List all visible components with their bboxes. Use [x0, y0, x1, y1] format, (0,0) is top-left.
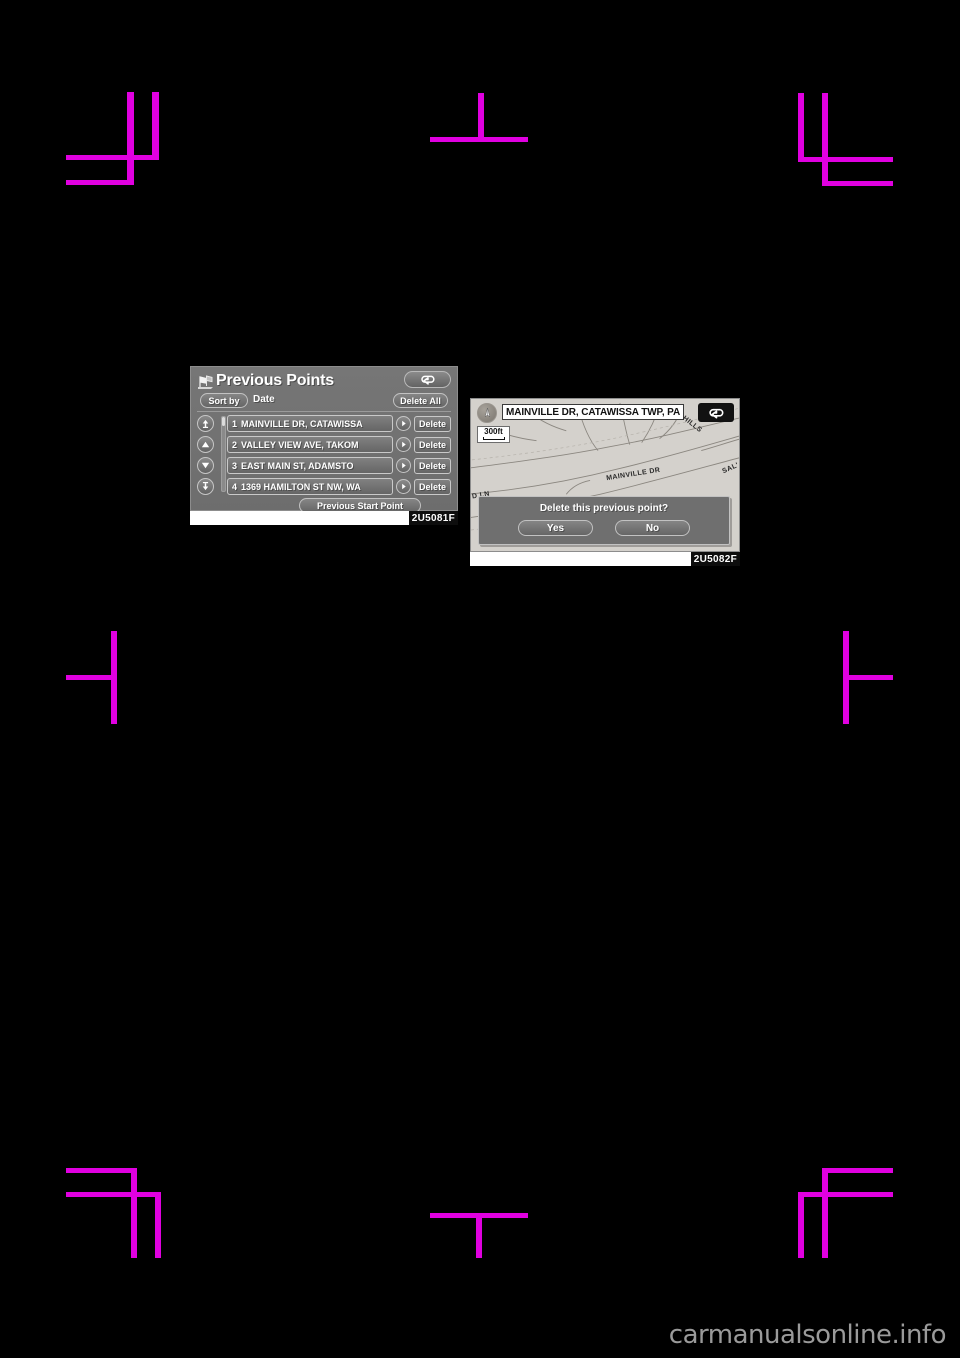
play-arrow-icon[interactable] — [396, 458, 411, 473]
no-button[interactable]: No — [615, 520, 690, 536]
back-button[interactable] — [404, 371, 451, 388]
figure-code: 2U5082F — [690, 552, 740, 566]
dialog-message: Delete this previous point? — [539, 503, 669, 514]
play-arrow-icon[interactable] — [396, 437, 411, 452]
delete-button[interactable]: Delete — [414, 415, 451, 432]
crop-mark-bottom-right-h2 — [798, 1192, 893, 1197]
list-scrollbar[interactable] — [219, 415, 227, 495]
back-arrow-icon — [708, 408, 723, 419]
map-scale-value: 300ft — [484, 427, 503, 436]
list-item-label: MAINVILLE DR, CATAWISSA — [241, 418, 363, 429]
screen-title-row: Previous Points — [197, 370, 451, 392]
scroll-to-top-icon[interactable] — [197, 415, 214, 432]
scrollbar-track[interactable] — [220, 416, 226, 492]
crop-mark-top-left-h1 — [66, 155, 159, 160]
crop-mark-mid-left-h — [66, 675, 117, 680]
nav-screen-previous-points: Previous Points Sort by Date Delete All — [190, 366, 458, 513]
crop-mark-bottom-center-v — [476, 1213, 482, 1258]
previous-points-icon — [197, 374, 214, 390]
compass-icon[interactable] — [477, 403, 497, 423]
crop-mark-bottom-left-h2 — [66, 1192, 161, 1197]
scroll-down-icon[interactable] — [197, 457, 214, 474]
crop-mark-bottom-right-h1 — [822, 1168, 893, 1173]
list-item-label: 1369 HAMILTON ST NW, WA — [241, 481, 361, 492]
scrollbar-thumb[interactable] — [221, 417, 225, 426]
sort-by-value: Date — [253, 394, 275, 405]
delete-button[interactable]: Delete — [414, 457, 451, 474]
crop-mark-top-right-v1 — [798, 93, 804, 161]
list-item-label: VALLEY VIEW AVE, TAKOM — [241, 439, 359, 450]
scroll-button-column — [197, 415, 219, 495]
play-arrow-icon[interactable] — [396, 416, 411, 431]
crop-mark-top-center-h — [430, 137, 528, 142]
crop-mark-top-left-h2 — [66, 180, 134, 185]
delete-confirm-dialog: Delete this previous point? Yes No — [478, 496, 730, 545]
crop-mark-top-right-h1 — [798, 157, 893, 162]
crop-mark-top-right-h2 — [822, 181, 893, 186]
figure-caption-bar: 2U5081F — [190, 511, 458, 525]
list-item-number: 3 — [232, 460, 238, 471]
list-item-button[interactable]: 3 EAST MAIN ST, ADAMSTO — [227, 457, 393, 474]
delete-button[interactable]: Delete — [414, 436, 451, 453]
page-title: Previous Points — [216, 372, 334, 389]
figure-caption-wrapper: 2U5082F — [470, 552, 740, 566]
previous-points-list: 1 MAINVILLE DR, CATAWISSA Delete 2 VALLE… — [227, 415, 451, 495]
crop-mark-bottom-right-v2 — [798, 1192, 804, 1258]
sort-row: Sort by Date Delete All — [197, 393, 451, 412]
delete-all-button[interactable]: Delete All — [393, 393, 448, 408]
crop-mark-top-left-v2 — [152, 92, 159, 160]
list-item-number: 4 — [232, 481, 238, 492]
list-item-button[interactable]: 4 1369 HAMILTON ST NW, WA — [227, 478, 393, 495]
delete-button[interactable]: Delete — [414, 478, 451, 495]
nav-screen-map-confirm: MAINVILLE DR, CATAWISSA TWP, PA 300ft HI… — [470, 398, 740, 552]
map-scale-bar — [482, 437, 505, 440]
list-item-number: 2 — [232, 439, 238, 450]
yes-button[interactable]: Yes — [518, 520, 593, 536]
figure-caption-bar: 2U5082F — [470, 552, 740, 566]
table-row: 3 EAST MAIN ST, ADAMSTO Delete — [227, 457, 451, 474]
crop-mark-bottom-left-h1 — [66, 1168, 137, 1173]
dialog-button-row: Yes No — [479, 520, 729, 536]
crop-mark-top-center-v — [478, 93, 484, 138]
list-item-button[interactable]: 1 MAINVILLE DR, CATAWISSA — [227, 415, 393, 432]
map-street-name-label: MAINVILLE DR, CATAWISSA TWP, PA — [502, 404, 685, 420]
back-button[interactable] — [698, 403, 734, 422]
crop-mark-bottom-left-v1 — [131, 1168, 137, 1258]
figure-delete-confirmation: MAINVILLE DR, CATAWISSA TWP, PA 300ft HI… — [470, 398, 740, 566]
list-item-label: EAST MAIN ST, ADAMSTO — [241, 460, 354, 471]
crop-mark-top-left-v1 — [127, 92, 134, 182]
table-row: 1 MAINVILLE DR, CATAWISSA Delete — [227, 415, 451, 432]
sort-by-button[interactable]: Sort by — [200, 393, 248, 408]
figure-previous-points: Previous Points Sort by Date Delete All — [190, 366, 458, 525]
list-item-number: 1 — [232, 418, 238, 429]
crop-mark-mid-right-h — [843, 675, 893, 680]
site-watermark: carmanualsonline.info — [668, 1320, 947, 1350]
figure-code: 2U5081F — [408, 511, 458, 525]
table-row: 4 1369 HAMILTON ST NW, WA Delete — [227, 478, 451, 495]
crop-mark-bottom-right-v1 — [822, 1168, 828, 1258]
table-row: 2 VALLEY VIEW AVE, TAKOM Delete — [227, 436, 451, 453]
list-item-button[interactable]: 2 VALLEY VIEW AVE, TAKOM — [227, 436, 393, 453]
back-arrow-icon — [420, 375, 435, 385]
crop-mark-bottom-left-v2 — [155, 1192, 161, 1258]
scroll-to-bottom-icon[interactable] — [197, 478, 214, 495]
scroll-up-icon[interactable] — [197, 436, 214, 453]
list-area: 1 MAINVILLE DR, CATAWISSA Delete 2 VALLE… — [197, 415, 451, 495]
play-arrow-icon[interactable] — [396, 479, 411, 494]
map-scale-indicator: 300ft — [477, 426, 510, 443]
crop-mark-top-right-v2 — [822, 93, 828, 183]
